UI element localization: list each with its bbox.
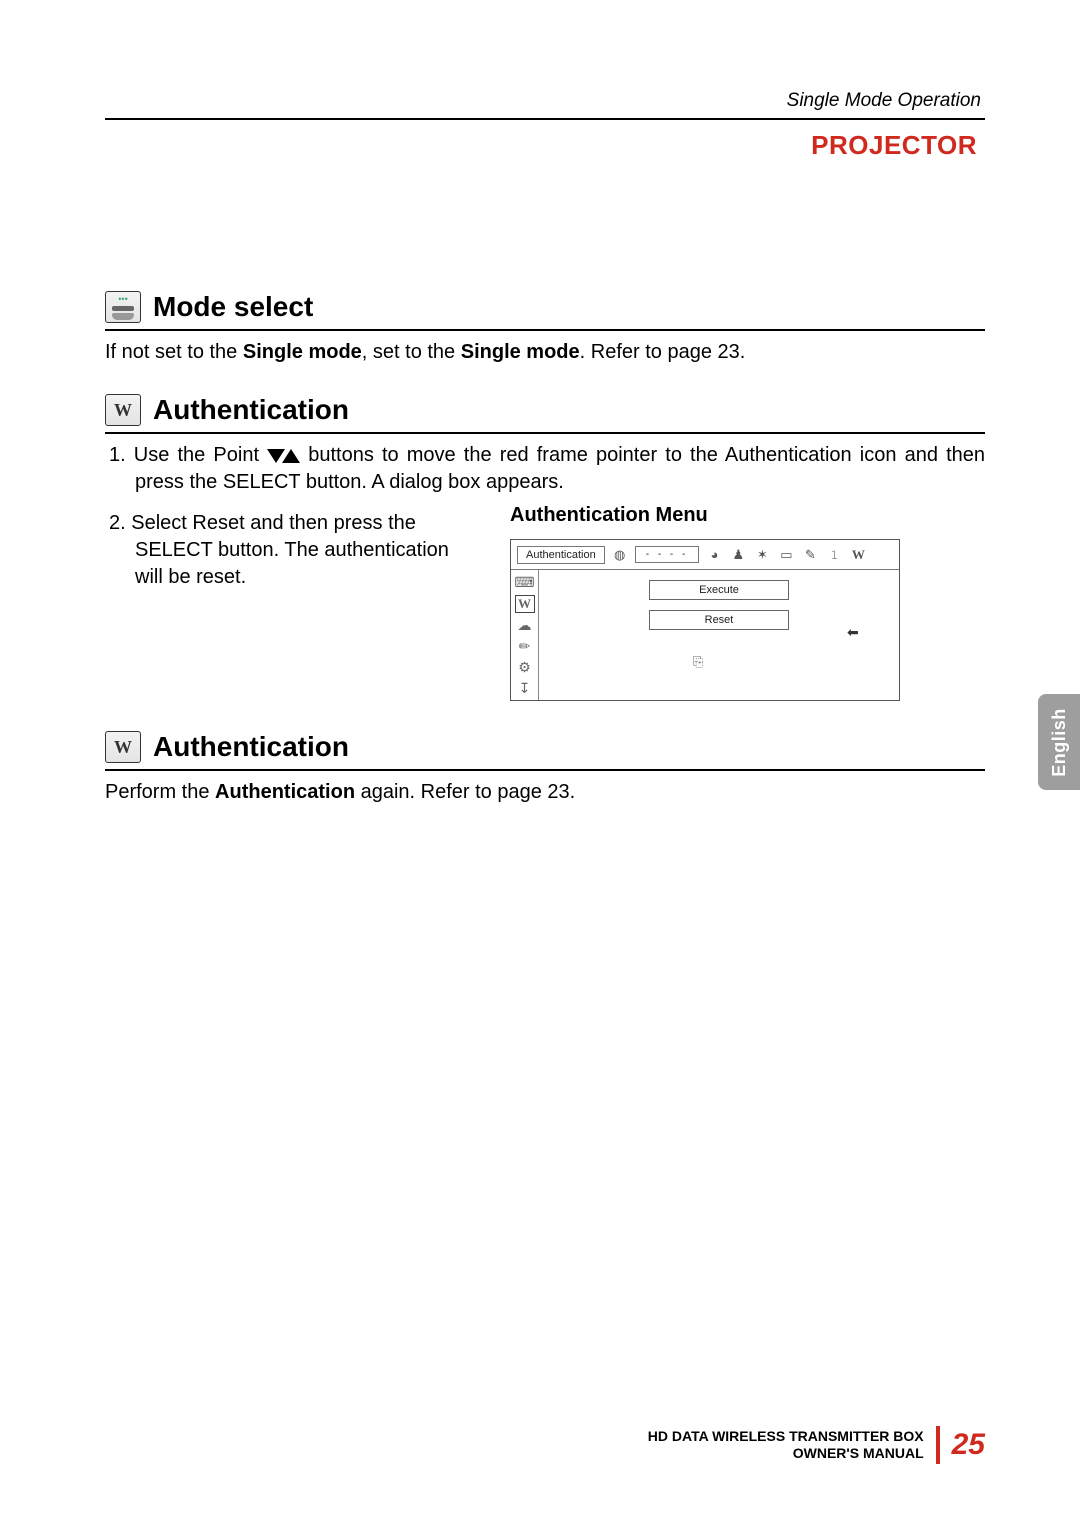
menu-icon-1: ◕ bbox=[705, 546, 723, 564]
menu-dashes: - - - - bbox=[635, 546, 700, 563]
menu-tab-label: Authentication bbox=[517, 546, 605, 564]
mode-select-heading: Mode select bbox=[153, 291, 313, 323]
menu-icon-2: ♟ bbox=[729, 546, 747, 564]
menu-icon-globe: ◍ bbox=[611, 546, 629, 564]
step-2: 2. Select Reset and then press the SELEC… bbox=[105, 510, 480, 591]
footer-manual: OWNER'S MANUAL bbox=[648, 1445, 924, 1463]
step-1: 1. Use the Point buttons to move the red… bbox=[105, 442, 985, 496]
footer-bar bbox=[936, 1426, 940, 1464]
projector-heading: PROJECTOR bbox=[105, 130, 985, 161]
footer: HD DATA WIRELESS TRANSMITTER BOX OWNER'S… bbox=[648, 1426, 985, 1464]
menu-icon-w: W bbox=[849, 546, 867, 564]
authentication-heading-row: W Authentication bbox=[105, 394, 985, 426]
footer-product: HD DATA WIRELESS TRANSMITTER BOX bbox=[648, 1428, 924, 1446]
mode-select-icon: ••• bbox=[105, 291, 141, 323]
menu-selected-w-icon: W bbox=[515, 595, 535, 613]
reset-button[interactable]: Reset bbox=[649, 610, 789, 630]
authentication-underline bbox=[105, 432, 985, 434]
menu-side-icons: ⌨ W ☁ ✏ ⚙ ↧ bbox=[511, 570, 539, 700]
execute-button[interactable]: Execute bbox=[649, 580, 789, 600]
authentication-menu-screenshot: Authentication ◍ - - - - ◕ ♟ ✶ ▭ ✎ 𝟷 W ⌨… bbox=[510, 539, 900, 701]
header-divider bbox=[105, 118, 985, 120]
authentication2-heading: Authentication bbox=[153, 731, 349, 763]
authentication2-heading-row: W Authentication bbox=[105, 731, 985, 763]
mode-select-underline bbox=[105, 329, 985, 331]
pointer-arrow-icon: ⬅ bbox=[847, 624, 859, 641]
wireless-icon: W bbox=[105, 394, 141, 426]
authentication-menu-title: Authentication Menu bbox=[510, 504, 985, 527]
mode-select-heading-row: ••• Mode select bbox=[105, 291, 985, 323]
authentication-heading: Authentication bbox=[153, 394, 349, 426]
section-label: Single Mode Operation bbox=[105, 90, 985, 118]
mode-select-text: If not set to the Single mode, set to th… bbox=[105, 339, 985, 366]
wireless-icon-2: W bbox=[105, 731, 141, 763]
authentication2-text: Perform the Authentication again. Refer … bbox=[105, 779, 985, 806]
triangle-up-icon bbox=[282, 449, 300, 463]
menu-icon-5: ✎ bbox=[801, 546, 819, 564]
authentication2-underline bbox=[105, 769, 985, 771]
menu-icon-4: ▭ bbox=[777, 546, 795, 564]
language-tab[interactable]: English bbox=[1038, 694, 1080, 790]
menu-icon-3: ✶ bbox=[753, 546, 771, 564]
page-number: 25 bbox=[952, 1428, 985, 1462]
language-tab-label: English bbox=[1049, 708, 1070, 777]
menu-icon-6: 𝟷 bbox=[825, 546, 843, 564]
exit-icon: ⎘ bbox=[693, 654, 703, 670]
